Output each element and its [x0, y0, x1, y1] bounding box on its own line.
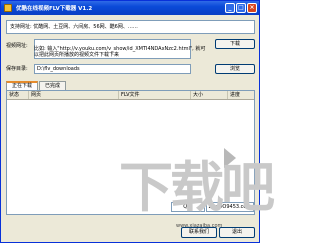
close-icon[interactable]: ×: [247, 3, 257, 13]
supported-sites-text: 支持网址: 优酷网、土豆网、六间房、56网、酷6网、……: [6, 20, 255, 34]
app-window: 优酷在线视频FLV下载器 V1.2 _ □ × 支持网址: 优酷网、土豆网、六间…: [0, 0, 275, 243]
minimize-icon[interactable]: _: [225, 3, 235, 13]
tab-bar: 正在下载 已完成: [6, 81, 67, 90]
url-label: 视频网址:: [6, 43, 28, 49]
window-controls: _ □ ×: [225, 3, 257, 13]
exit-button[interactable]: 退出: [219, 227, 255, 238]
save-dir-label: 保存目录:: [6, 66, 28, 72]
save-dir-input[interactable]: D:\flv_downloads: [34, 64, 191, 74]
col-flv-file[interactable]: FLV文件: [119, 91, 191, 99]
app-icon: [4, 4, 12, 12]
list-header: 状态 网页 FLV文件 大小 进度: [7, 91, 254, 100]
url-hint-text: 比如: 输入"http://v.youku.com/v_show/id_XMTI…: [34, 46, 206, 58]
col-status[interactable]: 状态: [7, 91, 29, 99]
browse-button[interactable]: 浏览: [215, 64, 255, 74]
watermark-logo: 下载吧: [119, 156, 275, 219]
download-button[interactable]: 下载: [215, 39, 255, 49]
tab-completed[interactable]: 已完成: [39, 81, 67, 90]
col-size[interactable]: 大小: [191, 91, 228, 99]
col-progress[interactable]: 进度: [228, 91, 254, 99]
title-bar[interactable]: 优酷在线视频FLV下载器 V1.2 _ □ ×: [1, 1, 259, 15]
col-page[interactable]: 网页: [29, 91, 119, 99]
contact-button[interactable]: 联系我们: [181, 227, 217, 238]
tab-downloading[interactable]: 正在下载: [6, 81, 39, 90]
maximize-icon[interactable]: □: [236, 3, 246, 13]
window-title: 优酷在线视频FLV下载器 V1.2: [16, 6, 93, 12]
